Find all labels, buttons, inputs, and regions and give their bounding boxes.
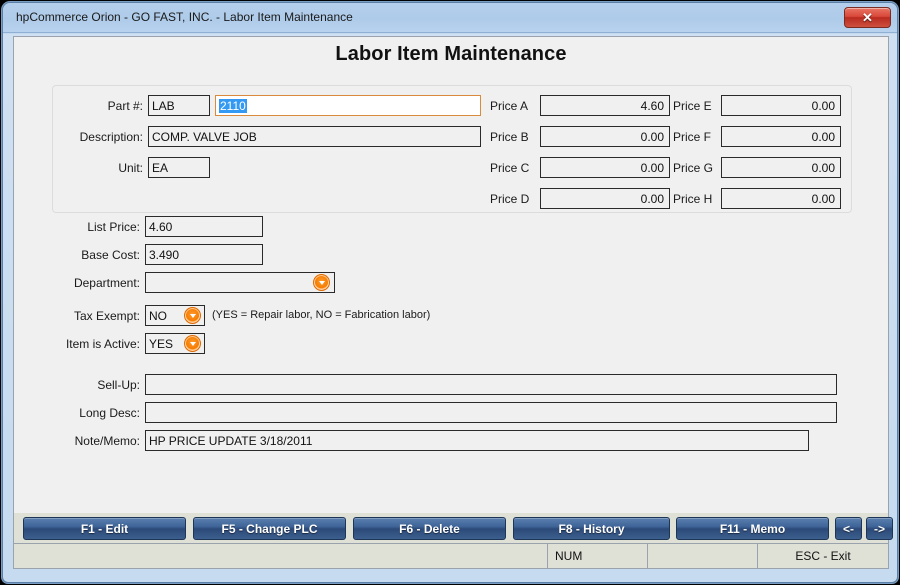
sell-up-field[interactable]: [145, 374, 837, 395]
item-active-label: Item is Active:: [65, 337, 140, 351]
price-e-field[interactable]: 0.00: [721, 95, 841, 116]
part-number-value: 2110: [219, 98, 247, 113]
item-active-dropdown-icon[interactable]: [184, 335, 201, 352]
status-middle-cell: [648, 544, 758, 568]
note-memo-field[interactable]: HP PRICE UPDATE 3/18/2011: [145, 430, 809, 451]
tax-exempt-label: Tax Exempt:: [73, 309, 140, 323]
price-d-field[interactable]: 0.00: [540, 188, 670, 209]
title-bar[interactable]: hpCommerce Orion - GO FAST, INC. - Labor…: [3, 3, 897, 33]
note-memo-label: Note/Memo:: [74, 434, 140, 448]
price-h-label: Price H: [673, 192, 713, 206]
price-g-field[interactable]: 0.00: [721, 157, 841, 178]
base-cost-field[interactable]: 3.490: [145, 244, 263, 265]
long-desc-field[interactable]: [145, 402, 837, 423]
description-field[interactable]: COMP. VALVE JOB: [148, 126, 481, 147]
application-window: hpCommerce Orion - GO FAST, INC. - Labor…: [2, 2, 898, 583]
list-price-field[interactable]: 4.60: [145, 216, 263, 237]
description-label: Description:: [79, 130, 143, 144]
tax-exempt-hint: (YES = Repair labor, NO = Fabrication la…: [212, 309, 431, 321]
department-field[interactable]: [145, 272, 335, 293]
price-b-label: Price B: [490, 130, 529, 144]
price-f-label: Price F: [673, 130, 712, 144]
unit-field[interactable]: EA: [148, 157, 210, 178]
tax-exempt-dropdown-icon[interactable]: [184, 307, 201, 324]
status-num-indicator: NUM: [548, 544, 648, 568]
status-message: [14, 544, 548, 568]
edit-button[interactable]: F1 - Edit: [23, 517, 186, 540]
price-h-field[interactable]: 0.00: [721, 188, 841, 209]
previous-record-button[interactable]: <-: [835, 517, 862, 540]
price-c-field[interactable]: 0.00: [540, 157, 670, 178]
part-prefix-field[interactable]: LAB: [148, 95, 210, 116]
close-icon: ✕: [862, 10, 873, 25]
close-button[interactable]: ✕: [844, 7, 891, 28]
price-a-label: Price A: [490, 99, 529, 113]
price-f-field[interactable]: 0.00: [721, 126, 841, 147]
function-button-bar: F1 - Edit F5 - Change PLC F6 - Delete F8…: [13, 513, 893, 543]
next-record-button[interactable]: ->: [866, 517, 893, 540]
part-number-label: Part #:: [107, 99, 143, 113]
item-header-group: Part #: LAB 2110 Description: COMP. VALV…: [52, 85, 852, 213]
list-price-label: List Price:: [87, 220, 140, 234]
price-g-label: Price G: [673, 161, 714, 175]
department-label: Department:: [73, 276, 140, 290]
window-frame: hpCommerce Orion - GO FAST, INC. - Labor…: [2, 2, 898, 583]
part-number-field[interactable]: 2110: [215, 95, 481, 116]
status-bar: NUM ESC - Exit: [13, 543, 889, 569]
price-d-label: Price D: [490, 192, 530, 206]
price-a-field[interactable]: 4.60: [540, 95, 670, 116]
history-button[interactable]: F8 - History: [513, 517, 670, 540]
long-desc-label: Long Desc:: [79, 406, 140, 420]
price-e-label: Price E: [673, 99, 712, 113]
delete-button[interactable]: F6 - Delete: [353, 517, 506, 540]
window-title: hpCommerce Orion - GO FAST, INC. - Labor…: [16, 10, 353, 24]
change-plc-button[interactable]: F5 - Change PLC: [193, 517, 346, 540]
department-dropdown-icon[interactable]: [313, 274, 330, 291]
status-esc-hint: ESC - Exit: [758, 544, 888, 568]
unit-label: Unit:: [118, 161, 143, 175]
price-b-field[interactable]: 0.00: [540, 126, 670, 147]
page-title: Labor Item Maintenance: [335, 43, 567, 65]
client-area: Labor Item Maintenance Part #: LAB 2110 …: [13, 36, 889, 541]
base-cost-label: Base Cost:: [81, 248, 140, 262]
memo-button[interactable]: F11 - Memo: [676, 517, 829, 540]
price-c-label: Price C: [490, 161, 530, 175]
sell-up-label: Sell-Up:: [97, 378, 140, 392]
